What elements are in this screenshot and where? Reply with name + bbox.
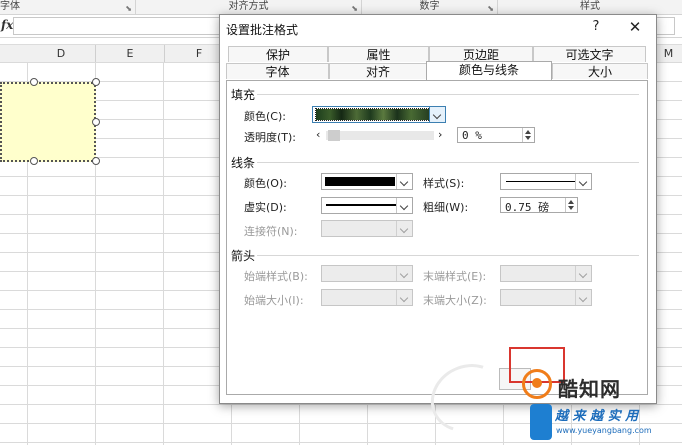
chevron-down-icon[interactable] (396, 198, 412, 213)
spin-down-icon[interactable] (525, 136, 531, 140)
end-size-dropdown[interactable] (500, 289, 592, 306)
line-weight-value: 0.75 磅 (505, 201, 550, 214)
tab-properties[interactable]: 属性 (328, 46, 429, 62)
phone-icon (530, 404, 552, 440)
comment-box[interactable] (0, 82, 96, 162)
chevron-down-icon[interactable] (396, 290, 412, 305)
begin-size-label: 始端大小(I): (244, 294, 304, 307)
column-header-d[interactable]: D (27, 45, 96, 62)
tab-size[interactable]: 大小 (552, 63, 648, 79)
tab-colors-and-lines[interactable]: 颜色与线条 (426, 61, 552, 80)
line-style-preview (506, 181, 576, 182)
ribbon-group-number: 数字 ⬊ (362, 0, 498, 14)
tab-panel: 填充 颜色(C): 透明度(T): ‹ › 0 % 线条 颜色(O): 样式(S… (226, 80, 648, 395)
chevron-down-icon[interactable] (429, 107, 445, 122)
divider (257, 255, 639, 256)
tab-protection[interactable]: 保护 (228, 46, 328, 62)
fill-texture-swatch (315, 108, 433, 121)
watermark-url: www.yueyangbang.com (556, 426, 652, 435)
dash-label: 虚实(D): (244, 201, 287, 214)
ribbon-group-alignment: 对齐方式 ⬊ (136, 0, 362, 14)
end-size-label: 末端大小(Z): (423, 294, 487, 307)
ribbon-group-label: 样式 (580, 1, 600, 12)
ribbon-group-label: 对齐方式 (228, 1, 269, 12)
end-style-dropdown[interactable] (500, 265, 592, 282)
chevron-down-icon[interactable] (396, 221, 412, 236)
resize-handle[interactable] (92, 118, 100, 126)
spin-up-icon[interactable] (525, 130, 531, 134)
transparency-value: 0 % (462, 129, 482, 142)
slider-track[interactable] (326, 131, 434, 140)
arrows-section-title: 箭头 (231, 249, 256, 263)
tab-margins[interactable]: 页边距 (429, 46, 533, 62)
chevron-down-icon[interactable] (396, 266, 412, 281)
column-header-m[interactable]: M (655, 45, 682, 62)
begin-style-label: 始端样式(B): (244, 270, 308, 283)
dash-dropdown[interactable] (321, 197, 413, 214)
dialog-titlebar[interactable]: 设置批注格式 ? ✕ (220, 15, 656, 41)
ribbon-group-bar: 字体 ⬊ 对齐方式 ⬊ 数字 ⬊ 样式 (0, 0, 682, 15)
transparency-slider[interactable]: ‹ › (316, 128, 446, 142)
column-header-e[interactable]: E (96, 45, 165, 62)
end-style-label: 末端样式(E): (423, 270, 487, 283)
tab-alignment[interactable]: 对齐 (329, 63, 427, 79)
begin-size-dropdown[interactable] (321, 289, 413, 306)
chevron-down-icon[interactable] (575, 290, 591, 305)
ribbon-group-styles: 样式 (498, 0, 682, 14)
help-button[interactable]: ? (586, 19, 606, 37)
logo-dot (532, 378, 542, 388)
line-weight-spinner[interactable]: 0.75 磅 (500, 197, 578, 214)
transparency-label: 透明度(T): (244, 131, 297, 144)
slider-thumb[interactable] (328, 130, 340, 141)
fill-color-dropdown[interactable] (312, 106, 446, 123)
connector-dropdown[interactable] (321, 220, 413, 237)
tab-alt-text[interactable]: 可选文字 (533, 46, 646, 62)
dialog-launcher-icon[interactable]: ⬊ (125, 2, 132, 15)
resize-handle[interactable] (30, 78, 38, 86)
spin-up-icon[interactable] (568, 200, 574, 204)
spinner-buttons[interactable] (565, 198, 577, 212)
spin-down-icon[interactable] (568, 206, 574, 210)
connector-label: 连接符(N): (244, 225, 298, 238)
ribbon-group-label: 数字 (419, 1, 440, 12)
watermark-logo-icon (522, 369, 552, 399)
divider (257, 94, 639, 95)
fx-icon[interactable]: fx (1, 18, 13, 32)
ribbon-group-font: 字体 ⬊ (0, 0, 136, 14)
fill-color-label: 颜色(C): (244, 110, 286, 123)
divider (257, 162, 639, 163)
dash-preview (326, 204, 400, 206)
chevron-down-icon[interactable] (575, 266, 591, 281)
line-section-title: 线条 (231, 156, 256, 170)
chevron-right-icon[interactable]: › (438, 128, 442, 141)
line-color-swatch (325, 177, 395, 186)
watermark-tagline: 越 来 越 实 用 (555, 409, 639, 424)
tab-font[interactable]: 字体 (226, 63, 329, 79)
transparency-spinner[interactable]: 0 % (457, 127, 535, 143)
begin-style-dropdown[interactable] (321, 265, 413, 282)
resize-handle[interactable] (92, 78, 100, 86)
line-style-dropdown[interactable] (500, 173, 592, 190)
spinner-buttons[interactable] (522, 128, 534, 142)
line-style-label: 样式(S): (423, 177, 465, 190)
resize-handle[interactable] (92, 157, 100, 165)
chevron-down-icon[interactable] (396, 174, 412, 189)
format-comment-dialog: 设置批注格式 ? ✕ 保护 属性 页边距 可选文字 字体 对齐 颜色与线条 大小… (219, 14, 657, 404)
line-weight-label: 粗细(W): (423, 201, 469, 214)
chevron-down-icon[interactable] (575, 174, 591, 189)
close-button[interactable]: ✕ (624, 18, 646, 38)
chevron-left-icon[interactable]: ‹ (316, 128, 320, 141)
line-color-label: 颜色(O): (244, 177, 287, 190)
fill-section-title: 填充 (231, 88, 256, 102)
resize-handle[interactable] (30, 157, 38, 165)
ribbon-group-label: 字体 (0, 1, 20, 12)
line-color-dropdown[interactable] (321, 173, 413, 190)
watermark-name: 酷知网 (558, 377, 621, 401)
dialog-title: 设置批注格式 (226, 23, 299, 37)
